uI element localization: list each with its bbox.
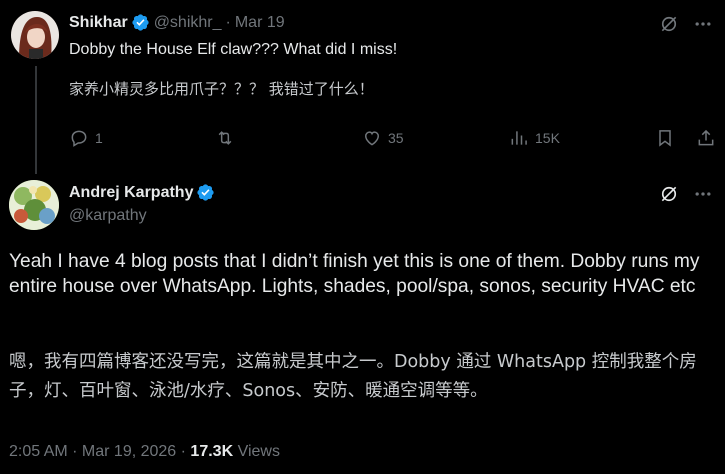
views-count: 15K xyxy=(535,130,560,146)
retweet-icon xyxy=(218,131,232,145)
views-label: Views xyxy=(233,443,280,460)
views-total: 17.3K xyxy=(190,443,234,460)
separator-dot: · xyxy=(225,13,231,31)
reply-text: Dobby the House Elf claw??? What did I m… xyxy=(69,41,398,58)
grok-icon[interactable] xyxy=(659,14,679,34)
bookmark-button[interactable] xyxy=(655,128,675,148)
main-tweet: Andrej Karpathy @karpathy Yeah I have 4 … xyxy=(0,176,725,474)
verified-badge-icon xyxy=(197,184,215,201)
retweet-button[interactable] xyxy=(215,128,241,148)
tweet-timestamp[interactable]: 2:05 AM · Mar 19, 2026 · xyxy=(9,443,190,460)
reply-button[interactable]: 1 xyxy=(69,128,103,148)
reply-author-name[interactable]: Shikhar xyxy=(69,14,128,32)
reply-tweet[interactable]: Shikhar @shikhr_ · Mar 19 Dobby the Hous… xyxy=(0,0,725,176)
like-count: 35 xyxy=(388,130,404,146)
reply-avatar[interactable] xyxy=(11,11,59,59)
reply-action-bar: 1 35 15K xyxy=(69,128,714,150)
tweet-meta: 2:05 AM · Mar 19, 2026 · 17.3K Views xyxy=(9,443,280,461)
like-button[interactable]: 35 xyxy=(362,128,404,148)
views-icon xyxy=(511,131,527,145)
reply-icon xyxy=(71,130,87,147)
reply-count: 1 xyxy=(95,130,103,146)
share-button[interactable] xyxy=(696,128,716,148)
share-icon xyxy=(698,129,714,146)
verified-badge-icon xyxy=(132,14,149,31)
main-avatar[interactable] xyxy=(9,180,59,230)
grok-icon[interactable] xyxy=(659,184,679,204)
views-button[interactable]: 15K xyxy=(509,128,560,148)
reply-author-handle[interactable]: @shikhr_ xyxy=(154,14,222,32)
more-icon[interactable] xyxy=(693,184,713,204)
main-tweet-text: Yeah I have 4 blog posts that I didn’t f… xyxy=(9,251,700,297)
reply-translation: 家养小精灵多比用爪子？？？ 我错过了什么！ xyxy=(69,80,374,98)
like-icon xyxy=(364,131,380,146)
main-author-name[interactable]: Andrej Karpathy xyxy=(69,184,193,202)
main-author-handle[interactable]: @karpathy xyxy=(69,207,147,225)
more-icon[interactable] xyxy=(693,14,713,34)
main-tweet-translation: 嗯，我有四篇博客还没写完，这篇就是其中之一。Dobby 通过 WhatsApp … xyxy=(9,352,697,401)
bookmark-icon xyxy=(659,130,671,147)
reply-date[interactable]: Mar 19 xyxy=(235,14,285,32)
